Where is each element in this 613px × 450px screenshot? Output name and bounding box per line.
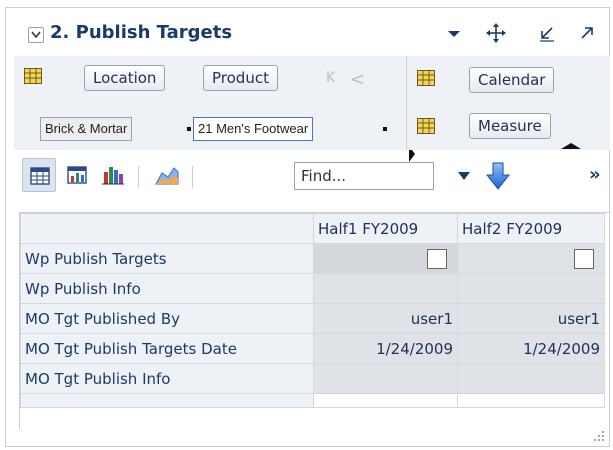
- corner-header: [20, 213, 314, 244]
- tile-measure[interactable]: Measure: [469, 113, 551, 139]
- row-header-empty: [20, 393, 314, 408]
- header-row: Half1 FY2009 Half2 FY2009: [20, 213, 605, 244]
- table-cell: 1/24/2009: [313, 333, 458, 364]
- table-row: MO Tgt Published By user1 user1: [20, 303, 605, 334]
- grid-icon: [417, 118, 435, 134]
- publish-checkbox[interactable]: [574, 248, 594, 269]
- bar-chart-icon: [102, 167, 124, 185]
- grid-view-icon: [30, 167, 50, 185]
- row-header[interactable]: MO Tgt Publish Info: [20, 363, 314, 394]
- table-cell: 1/24/2009: [457, 333, 605, 364]
- grid-icon: [24, 68, 42, 84]
- tile-calendar[interactable]: Calendar: [469, 67, 555, 93]
- publish-checkbox[interactable]: [427, 248, 447, 269]
- previous-page-icon[interactable]: <: [350, 69, 365, 90]
- find-input[interactable]: [294, 162, 434, 190]
- column-header[interactable]: Half2 FY2009: [457, 213, 605, 244]
- row-header[interactable]: MO Tgt Published By: [20, 303, 314, 334]
- row-header[interactable]: MO Tgt Publish Targets Date: [20, 333, 314, 364]
- area-chart-icon: [155, 167, 179, 185]
- publish-targets-panel: 2. Publish Targets Location Product K < …: [5, 7, 610, 447]
- grid-chart-icon: [67, 166, 87, 184]
- resize-grip-icon[interactable]: [593, 430, 605, 442]
- separator-dot: [383, 127, 387, 131]
- table-cell: [313, 393, 458, 408]
- table-row: Wp Publish Targets: [20, 243, 605, 274]
- data-grid: Half1 FY2009 Half2 FY2009 Wp Publish Tar…: [19, 212, 610, 429]
- separator-dot: [187, 127, 191, 131]
- table-row: MO Tgt Publish Targets Date 1/24/2009 1/…: [20, 333, 605, 364]
- tile-product[interactable]: Product: [203, 65, 278, 91]
- maximize-icon[interactable]: [576, 22, 598, 44]
- view-toolbar: »: [14, 158, 609, 200]
- grid-chart-view-button[interactable]: [60, 158, 94, 192]
- table-row: Wp Publish Info: [20, 273, 605, 304]
- more-tools-icon[interactable]: »: [589, 164, 601, 185]
- move-icon[interactable]: [485, 22, 507, 44]
- area-chart-button[interactable]: [150, 158, 184, 192]
- checkbox-cell: [313, 243, 458, 274]
- toolbar-separator: [138, 166, 139, 188]
- table-cell: [457, 363, 605, 394]
- row-header[interactable]: Wp Publish Targets: [20, 243, 314, 274]
- grid-view-button[interactable]: [22, 158, 56, 192]
- find-dropdown-icon[interactable]: [456, 170, 472, 182]
- minimize-icon[interactable]: [536, 22, 558, 44]
- selection-mens-footwear[interactable]: 21 Men's Footwear: [193, 117, 314, 141]
- empty-row: [20, 393, 605, 408]
- row-header[interactable]: Wp Publish Info: [20, 273, 314, 304]
- chart-view-button[interactable]: [96, 158, 130, 192]
- collapse-pivot-icon[interactable]: [557, 142, 585, 150]
- selection-brick-mortar[interactable]: Brick & Mortar: [40, 117, 133, 141]
- table-cell: [313, 273, 458, 304]
- table-row: MO Tgt Publish Info: [20, 363, 605, 394]
- table-cell: user1: [457, 303, 605, 334]
- find-next-arrow-icon[interactable]: [484, 160, 512, 192]
- toolbar-separator: [192, 166, 193, 188]
- table-cell: [457, 273, 605, 304]
- grid-icon: [417, 70, 435, 86]
- table-cell: [313, 363, 458, 394]
- pivot-columns-area: Calendar Measure: [406, 56, 610, 150]
- checkbox-cell: [457, 243, 605, 274]
- collapse-button[interactable]: [28, 27, 44, 43]
- pivot-rows-area: Location Product K < Brick & Mortar 21 M…: [14, 56, 415, 162]
- data-table: Half1 FY2009 Half2 FY2009 Wp Publish Tar…: [20, 213, 605, 408]
- panel-titlebar: 2. Publish Targets: [6, 8, 609, 52]
- column-header[interactable]: Half1 FY2009: [313, 213, 458, 244]
- panel-title: 2. Publish Targets: [50, 22, 233, 43]
- table-cell: user1: [313, 303, 458, 334]
- table-cell: [457, 393, 605, 408]
- dropdown-menu-icon[interactable]: [443, 22, 465, 44]
- tile-location[interactable]: Location: [84, 65, 166, 91]
- first-page-icon[interactable]: K: [326, 70, 335, 86]
- chevron-down-icon: [31, 31, 41, 39]
